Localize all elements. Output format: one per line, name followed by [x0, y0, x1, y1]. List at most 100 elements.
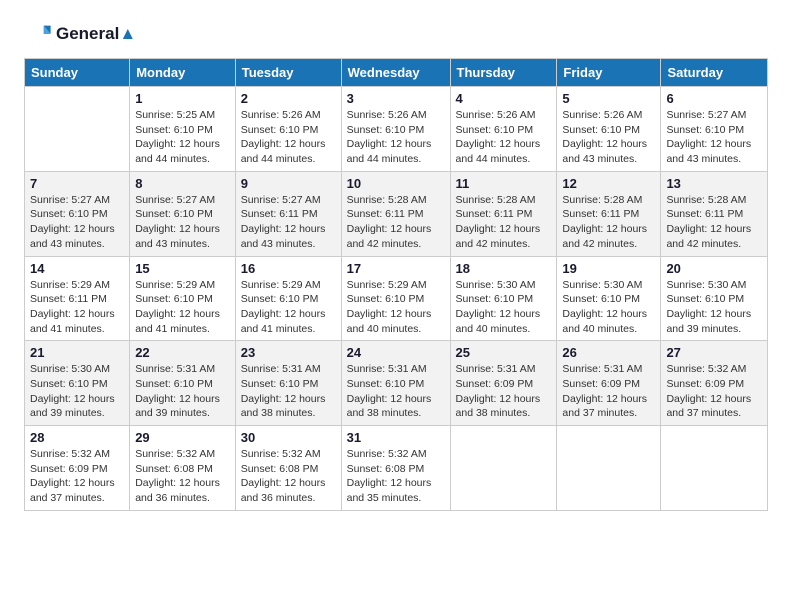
header: General▲ [24, 20, 768, 48]
day-number: 17 [347, 261, 445, 276]
day-info: Sunrise: 5:26 AM Sunset: 6:10 PM Dayligh… [456, 108, 552, 167]
day-number: 5 [562, 91, 655, 106]
calendar-cell: 26 Sunrise: 5:31 AM Sunset: 6:09 PM Dayli… [557, 341, 661, 426]
calendar-cell: 2Sunrise: 5:26 AM Sunset: 6:10 PM Daylig… [235, 87, 341, 172]
header-tuesday: Tuesday [235, 59, 341, 87]
day-number: 25 [456, 345, 552, 360]
calendar-cell: 27 Sunrise: 5:32 AM Sunset: 6:09 PM Dayli… [661, 341, 768, 426]
day-info: Sunrise: 5:31 AM Sunset: 6:09 PM Dayligh… [562, 362, 655, 421]
calendar-cell: 9Sunrise: 5:27 AM Sunset: 6:11 PM Daylig… [235, 171, 341, 256]
day-info: Sunrise: 5:31 AM Sunset: 6:10 PM Dayligh… [241, 362, 336, 421]
day-info: Sunrise: 5:29 AM Sunset: 6:10 PM Dayligh… [347, 278, 445, 337]
day-number: 7 [30, 176, 124, 191]
day-number: 29 [135, 430, 230, 445]
calendar-table: SundayMondayTuesdayWednesdayThursdayFrid… [24, 58, 768, 511]
calendar-cell: 11Sunrise: 5:28 AM Sunset: 6:11 PM Dayli… [450, 171, 557, 256]
day-number: 27 [666, 345, 762, 360]
day-number: 28 [30, 430, 124, 445]
header-thursday: Thursday [450, 59, 557, 87]
day-info: Sunrise: 5:26 AM Sunset: 6:10 PM Dayligh… [347, 108, 445, 167]
day-number: 10 [347, 176, 445, 191]
day-info: Sunrise: 5:32 AM Sunset: 6:08 PM Dayligh… [135, 447, 230, 506]
header-monday: Monday [130, 59, 236, 87]
calendar-cell: 3 Sunrise: 5:26 AM Sunset: 6:10 PM Daylig… [341, 87, 450, 172]
day-number: 20 [666, 261, 762, 276]
week-row-2: 7 Sunrise: 5:27 AM Sunset: 6:10 PM Daylig… [25, 171, 768, 256]
day-info: Sunrise: 5:32 AM Sunset: 6:09 PM Dayligh… [666, 362, 762, 421]
calendar-cell: 25 Sunrise: 5:31 AM Sunset: 6:09 PM Dayli… [450, 341, 557, 426]
day-info: Sunrise: 5:28 AM Sunset: 6:11 PM Dayligh… [562, 193, 655, 252]
day-info: Sunrise: 5:27 AM Sunset: 6:10 PM Dayligh… [666, 108, 762, 167]
calendar-cell: 8 Sunrise: 5:27 AM Sunset: 6:10 PM Daylig… [130, 171, 236, 256]
calendar-cell: 23 Sunrise: 5:31 AM Sunset: 6:10 PM Dayli… [235, 341, 341, 426]
day-info: Sunrise: 5:27 AM Sunset: 6:10 PM Dayligh… [135, 193, 230, 252]
day-number: 26 [562, 345, 655, 360]
day-info: Sunrise: 5:26 AM Sunset: 6:10 PM Dayligh… [562, 108, 655, 167]
calendar-cell: 24Sunrise: 5:31 AM Sunset: 6:10 PM Dayli… [341, 341, 450, 426]
calendar-cell: 29 Sunrise: 5:32 AM Sunset: 6:08 PM Dayli… [130, 426, 236, 511]
calendar-cell [450, 426, 557, 511]
calendar-cell: 15 Sunrise: 5:29 AM Sunset: 6:10 PM Dayli… [130, 256, 236, 341]
day-info: Sunrise: 5:27 AM Sunset: 6:10 PM Dayligh… [30, 193, 124, 252]
week-row-1: 1 Sunrise: 5:25 AM Sunset: 6:10 PM Daylig… [25, 87, 768, 172]
calendar-cell: 20 Sunrise: 5:30 AM Sunset: 6:10 PM Dayli… [661, 256, 768, 341]
day-number: 8 [135, 176, 230, 191]
calendar-cell: 19Sunrise: 5:30 AM Sunset: 6:10 PM Dayli… [557, 256, 661, 341]
day-info: Sunrise: 5:31 AM Sunset: 6:09 PM Dayligh… [456, 362, 552, 421]
day-info: Sunrise: 5:29 AM Sunset: 6:10 PM Dayligh… [135, 278, 230, 337]
day-info: Sunrise: 5:32 AM Sunset: 6:09 PM Dayligh… [30, 447, 124, 506]
day-number: 9 [241, 176, 336, 191]
day-number: 1 [135, 91, 230, 106]
day-number: 14 [30, 261, 124, 276]
day-number: 23 [241, 345, 336, 360]
day-info: Sunrise: 5:28 AM Sunset: 6:11 PM Dayligh… [347, 193, 445, 252]
calendar-cell: 31Sunrise: 5:32 AM Sunset: 6:08 PM Dayli… [341, 426, 450, 511]
calendar-cell: 7 Sunrise: 5:27 AM Sunset: 6:10 PM Daylig… [25, 171, 130, 256]
day-info: Sunrise: 5:31 AM Sunset: 6:10 PM Dayligh… [135, 362, 230, 421]
day-number: 30 [241, 430, 336, 445]
day-number: 12 [562, 176, 655, 191]
day-number: 19 [562, 261, 655, 276]
day-number: 22 [135, 345, 230, 360]
week-row-3: 14Sunrise: 5:29 AM Sunset: 6:11 PM Dayli… [25, 256, 768, 341]
day-number: 16 [241, 261, 336, 276]
day-number: 31 [347, 430, 445, 445]
day-number: 6 [666, 91, 762, 106]
calendar-cell: 28 Sunrise: 5:32 AM Sunset: 6:09 PM Dayli… [25, 426, 130, 511]
calendar-cell: 16 Sunrise: 5:29 AM Sunset: 6:10 PM Dayli… [235, 256, 341, 341]
day-number: 4 [456, 91, 552, 106]
calendar-cell: 14Sunrise: 5:29 AM Sunset: 6:11 PM Dayli… [25, 256, 130, 341]
day-number: 18 [456, 261, 552, 276]
day-info: Sunrise: 5:32 AM Sunset: 6:08 PM Dayligh… [241, 447, 336, 506]
calendar-cell: 6 Sunrise: 5:27 AM Sunset: 6:10 PM Daylig… [661, 87, 768, 172]
day-info: Sunrise: 5:29 AM Sunset: 6:10 PM Dayligh… [241, 278, 336, 337]
logo: General▲ [24, 20, 136, 48]
day-info: Sunrise: 5:25 AM Sunset: 6:10 PM Dayligh… [135, 108, 230, 167]
calendar-cell [557, 426, 661, 511]
logo-text: General▲ [56, 24, 136, 44]
calendar-cell [661, 426, 768, 511]
logo-icon [24, 20, 52, 48]
calendar-cell: 5 Sunrise: 5:26 AM Sunset: 6:10 PM Daylig… [557, 87, 661, 172]
header-sunday: Sunday [25, 59, 130, 87]
calendar-cell: 21Sunrise: 5:30 AM Sunset: 6:10 PM Dayli… [25, 341, 130, 426]
day-number: 3 [347, 91, 445, 106]
calendar-cell: 13Sunrise: 5:28 AM Sunset: 6:11 PM Dayli… [661, 171, 768, 256]
day-info: Sunrise: 5:30 AM Sunset: 6:10 PM Dayligh… [456, 278, 552, 337]
calendar-cell: 12 Sunrise: 5:28 AM Sunset: 6:11 PM Dayli… [557, 171, 661, 256]
calendar-cell: 4 Sunrise: 5:26 AM Sunset: 6:10 PM Daylig… [450, 87, 557, 172]
calendar-cell: 10 Sunrise: 5:28 AM Sunset: 6:11 PM Dayli… [341, 171, 450, 256]
calendar-cell: 1 Sunrise: 5:25 AM Sunset: 6:10 PM Daylig… [130, 87, 236, 172]
calendar-cell: 17 Sunrise: 5:29 AM Sunset: 6:10 PM Dayli… [341, 256, 450, 341]
calendar-cell: 30 Sunrise: 5:32 AM Sunset: 6:08 PM Dayli… [235, 426, 341, 511]
header-wednesday: Wednesday [341, 59, 450, 87]
day-number: 15 [135, 261, 230, 276]
header-saturday: Saturday [661, 59, 768, 87]
day-info: Sunrise: 5:30 AM Sunset: 6:10 PM Dayligh… [666, 278, 762, 337]
calendar-header-row: SundayMondayTuesdayWednesdayThursdayFrid… [25, 59, 768, 87]
week-row-5: 28 Sunrise: 5:32 AM Sunset: 6:09 PM Dayli… [25, 426, 768, 511]
header-friday: Friday [557, 59, 661, 87]
calendar-cell: 22 Sunrise: 5:31 AM Sunset: 6:10 PM Dayli… [130, 341, 236, 426]
day-number: 11 [456, 176, 552, 191]
day-number: 21 [30, 345, 124, 360]
